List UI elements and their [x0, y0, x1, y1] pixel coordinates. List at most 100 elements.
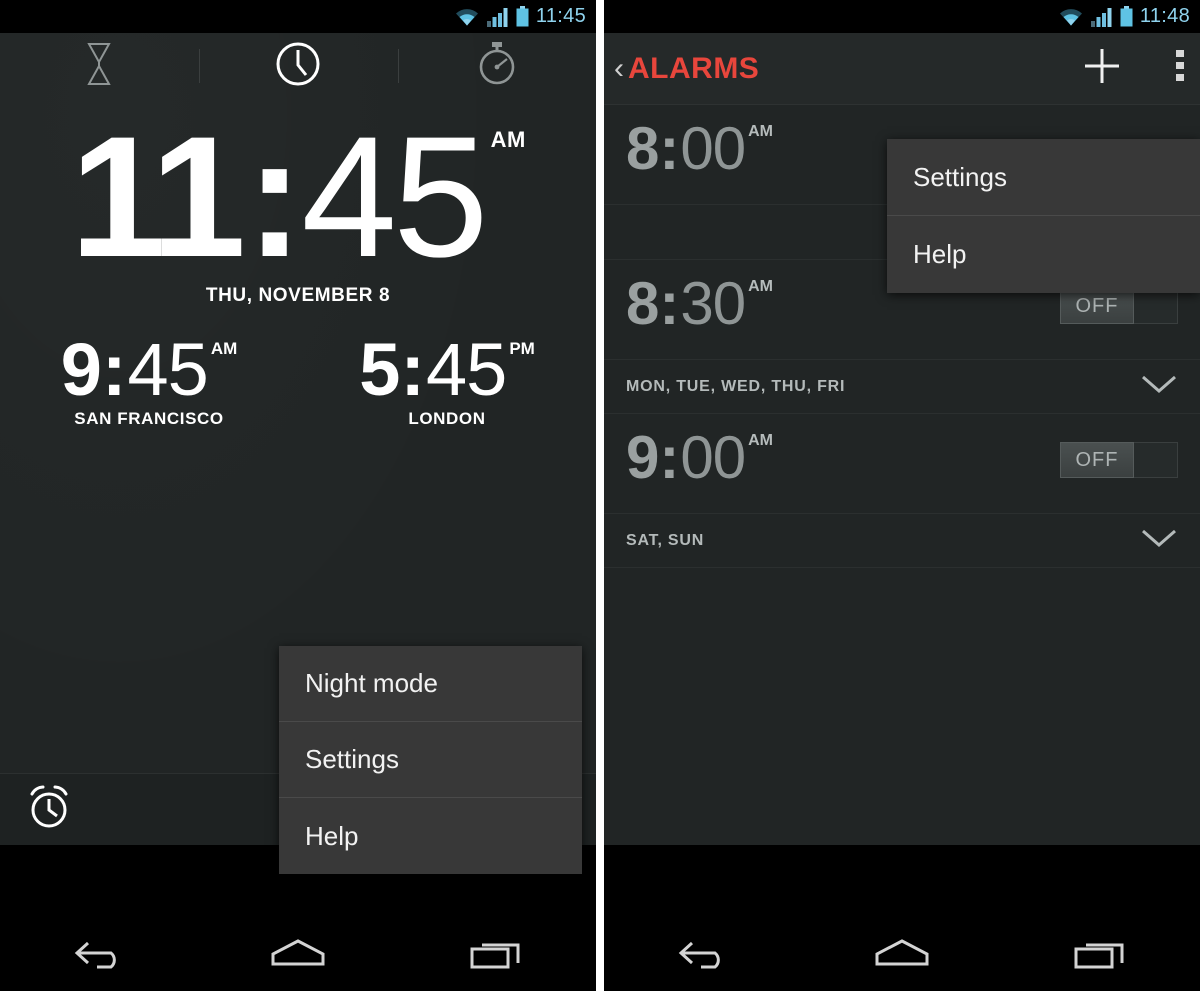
alarm-minutes: 30 — [680, 270, 746, 337]
alarm-toggle-label: OFF — [1060, 442, 1134, 478]
battery-icon — [516, 6, 529, 27]
chevron-down-icon[interactable] — [1140, 373, 1178, 400]
tab-divider-1 — [199, 49, 200, 83]
tab-stopwatch[interactable] — [397, 33, 596, 99]
world-clock-time: 9 : 45 AM — [61, 333, 238, 407]
left-phone: 11:45 11: 45 AM THU, NOVEMBER 8 9: 45 … — [0, 0, 596, 991]
world-clock-hours: 9 — [60, 328, 102, 411]
back-icon — [71, 936, 127, 975]
nav-recents-button[interactable] — [397, 936, 596, 975]
world-clock-colon: : — [400, 328, 425, 411]
alarm-time: 9 : 00 AM — [626, 428, 773, 488]
world-clock-item[interactable]: 5 : 45 PM LONDON — [298, 333, 596, 429]
main-clock-time: 11 : 45 AM — [70, 111, 526, 283]
alarm-ampm: AM — [748, 432, 773, 449]
toolbar-alarm-button[interactable] — [0, 783, 199, 836]
world-clock-city: SAN FRANCISCO — [74, 409, 224, 428]
alarm-toggle-label: OFF — [1060, 288, 1134, 324]
menu-item-night-mode[interactable]: Night mode — [279, 646, 582, 722]
alarm-days-row[interactable]: SAT, SUN — [604, 514, 1200, 568]
tab-timer[interactable] — [0, 33, 199, 99]
main-clock-colon: : — [246, 101, 303, 293]
right-overflow-menu: Settings Help — [887, 139, 1200, 293]
alarm-days-row[interactable]: MON, TUE, WED, THU, FRI — [604, 360, 1200, 414]
back-icon — [675, 936, 731, 975]
world-clock-list: 9 : 45 AM SAN FRANCISCO 5 : 45 PM LONDON — [0, 333, 596, 429]
alarm-hours: 8 — [626, 115, 659, 182]
panel-divider — [596, 0, 604, 991]
recents-icon — [468, 936, 526, 975]
nav-back-button[interactable] — [604, 936, 803, 975]
alarm-colon: : — [659, 424, 680, 491]
right-status-bar: 11:48 — [604, 0, 1200, 33]
recents-icon — [1072, 936, 1130, 975]
main-clock-hours: 11 — [70, 101, 246, 293]
world-clock-city: LONDON — [408, 409, 486, 428]
left-overflow-menu: Night mode Settings Help — [279, 646, 582, 874]
alarm-hours: 9 — [626, 424, 659, 491]
page-title: ALARMS — [628, 51, 760, 85]
alarm-days-label: SAT, SUN — [626, 531, 705, 549]
plus-icon — [1085, 49, 1119, 83]
clock-icon — [274, 40, 322, 93]
left-status-bar: 11:45 — [0, 0, 596, 33]
home-icon — [267, 936, 329, 975]
battery-icon — [1120, 6, 1133, 27]
alarm-ampm: AM — [748, 123, 773, 140]
tab-clock[interactable] — [199, 33, 398, 99]
alarm-ampm: AM — [748, 278, 773, 295]
menu-item-help[interactable]: Help — [279, 798, 582, 874]
main-clock-minutes: 45 — [301, 101, 488, 293]
hourglass-icon — [82, 41, 116, 92]
tab-divider-2 — [398, 49, 399, 83]
wifi-icon — [1058, 7, 1084, 27]
world-clock-ampm: AM — [210, 339, 238, 358]
alarms-screen: ‹ ALARMS 8: 00 AM 8: 30 AM OFF MON, TU… — [604, 33, 1200, 845]
world-clock-minutes: 45 — [127, 328, 209, 411]
back-chevron-icon[interactable]: ‹ — [614, 53, 624, 84]
right-android-nav-bar — [604, 919, 1200, 991]
signal-icon — [486, 7, 509, 27]
stopwatch-icon — [475, 40, 519, 93]
alarm-colon: : — [659, 270, 680, 337]
nav-home-button[interactable] — [803, 936, 1002, 975]
alarm-clock-icon — [24, 783, 74, 836]
menu-item-settings[interactable]: Settings — [887, 139, 1200, 216]
alarm-row[interactable]: 9 : 00 AM OFF — [604, 414, 1200, 514]
main-clock[interactable]: 11 : 45 AM THU, NOVEMBER 8 — [0, 111, 596, 307]
clock-tab-bar — [0, 33, 596, 99]
alarm-minutes: 00 — [680, 424, 746, 491]
alarms-action-bar: ‹ ALARMS — [604, 33, 1200, 105]
alarm-time: 8 : 30 AM — [626, 274, 773, 334]
left-android-nav-bar — [0, 919, 596, 991]
left-status-time: 11:45 — [535, 5, 586, 27]
alarm-toggle[interactable]: OFF — [1060, 442, 1178, 478]
menu-item-settings[interactable]: Settings — [279, 722, 582, 798]
world-clock-ampm: PM — [509, 339, 535, 358]
nav-home-button[interactable] — [199, 936, 398, 975]
world-clock-minutes: 45 — [426, 328, 507, 411]
clock-screen: 11 : 45 AM THU, NOVEMBER 8 9 : 45 AM SAN… — [0, 33, 596, 917]
alarms-overflow-button[interactable] — [1176, 50, 1184, 87]
nav-back-button[interactable] — [0, 936, 199, 975]
alarm-time: 8 : 00 AM — [626, 119, 773, 179]
world-clock-hours: 5 — [359, 328, 400, 411]
alarm-days-label: MON, TUE, WED, THU, FRI — [626, 377, 846, 395]
overflow-menu-icon — [1176, 50, 1184, 87]
right-status-time: 11:48 — [1139, 5, 1190, 27]
menu-item-help[interactable]: Help — [887, 216, 1200, 293]
home-icon — [871, 936, 933, 975]
alarm-minutes: 00 — [680, 115, 746, 182]
alarm-toggle[interactable]: OFF — [1060, 288, 1178, 324]
main-clock-ampm: AM — [490, 127, 526, 152]
alarm-hours: 8 — [626, 270, 659, 337]
wifi-icon — [454, 7, 480, 27]
signal-icon — [1090, 7, 1113, 27]
nav-recents-button[interactable] — [1001, 936, 1200, 975]
world-clock-item[interactable]: 9 : 45 AM SAN FRANCISCO — [0, 333, 298, 429]
chevron-down-icon[interactable] — [1140, 527, 1178, 554]
world-clock-colon: : — [101, 328, 127, 411]
add-alarm-button[interactable] — [1080, 44, 1124, 93]
alarm-colon: : — [659, 115, 680, 182]
dual-phone-screenshot: 11:45 11: 45 AM THU, NOVEMBER 8 9: 45 … — [0, 0, 1200, 991]
